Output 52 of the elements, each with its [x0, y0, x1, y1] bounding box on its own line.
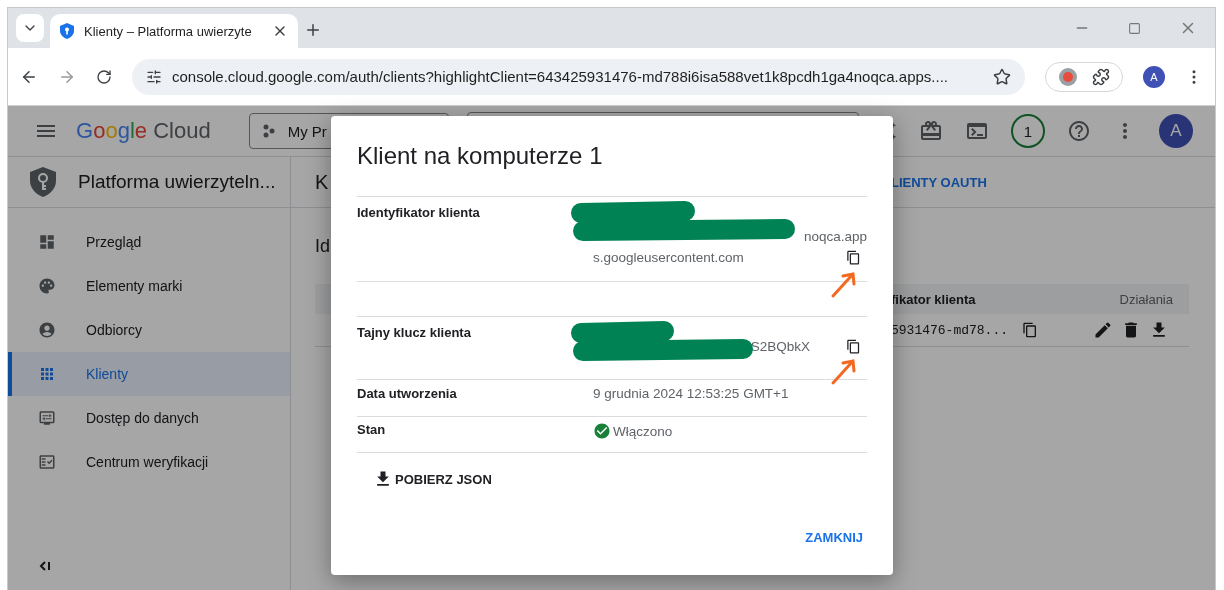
reload-icon[interactable] — [96, 68, 112, 85]
star-icon[interactable] — [993, 67, 1011, 86]
shield-key-icon — [30, 167, 56, 197]
url-text: console.cloud.google.com/auth/clients?highlightClient=643425931476-md788i6isa588vet1k8pcdh1ga4noqca.apps.... — [172, 68, 949, 85]
help-icon[interactable] — [1067, 119, 1091, 143]
download-json-button[interactable]: POBIERZ JSON — [369, 463, 496, 495]
maximize-icon[interactable] — [1128, 21, 1141, 35]
notification-count[interactable]: 1 — [1011, 114, 1045, 148]
field-label: Stan — [357, 422, 387, 437]
dots-cluster-icon — [261, 124, 276, 138]
field-value: noqca.app — [803, 229, 867, 244]
field-value: s.googleusercontent.com — [593, 250, 744, 265]
new-tab-icon[interactable] — [304, 21, 322, 39]
sidebar-item[interactable]: Elementy marki — [8, 264, 290, 308]
sidebar-item[interactable]: Dostęp do danych — [8, 396, 290, 440]
close-button[interactable]: ZAMKNIJ — [801, 524, 867, 551]
field-label: Data utworzenia — [357, 386, 458, 401]
status-value: Włączono — [613, 423, 673, 439]
user-avatar[interactable]: A — [1159, 114, 1193, 148]
field-label: Identyfikator klienta — [357, 205, 481, 220]
google-cloud-logo[interactable]: Google Cloud — [76, 118, 211, 144]
person-icon — [38, 321, 56, 339]
browser-tab[interactable]: Klienty – Platforma uwierzyte — [50, 14, 298, 48]
page-title: K — [315, 170, 330, 194]
sidebar-item[interactable]: Przegląd — [8, 220, 290, 264]
address-bar[interactable]: console.cloud.google.com/auth/clients?highlightClient=643425931476-md788i6isa588vet1k8pcdh1ga4noqca.apps.... — [132, 58, 1025, 95]
column-header: Działania — [1119, 291, 1173, 307]
extension-icon[interactable] — [1058, 66, 1078, 87]
copy-icon[interactable] — [846, 339, 861, 354]
dashboard-icon — [38, 233, 56, 251]
collapse-icon[interactable] — [38, 559, 52, 573]
sidebar-item[interactable]: Odbiorcy — [8, 308, 290, 352]
product-title: Platforma uwierzyteln... — [78, 171, 276, 193]
shield-icon — [60, 23, 74, 39]
puzzle-icon[interactable] — [1092, 67, 1110, 86]
field-value: 9 grudnia 2024 12:53:25 GMT+1 — [593, 386, 789, 401]
copy-icon[interactable] — [1022, 322, 1039, 338]
grid-icon — [38, 365, 56, 383]
site-settings-icon[interactable] — [146, 68, 162, 85]
gift-icon[interactable] — [919, 119, 943, 143]
sidebar-item[interactable]: Centrum weryfikacji — [8, 440, 290, 484]
edit-icon[interactable] — [1093, 320, 1113, 340]
table-cell: 5931476-md78... — [891, 322, 1009, 338]
field-value: S2BQbkX — [750, 339, 810, 354]
dialog-title: Klient na komputerze 1 — [357, 142, 604, 170]
section-heading: Id — [315, 235, 331, 257]
palette-icon — [38, 277, 56, 295]
checklist-icon — [38, 453, 56, 471]
field-label: Tajny klucz klienta — [357, 325, 472, 340]
profile-avatar[interactable]: A — [1143, 65, 1165, 88]
tab-title: Klienty – Platforma uwierzyte — [84, 23, 253, 39]
copy-icon[interactable] — [846, 250, 861, 265]
